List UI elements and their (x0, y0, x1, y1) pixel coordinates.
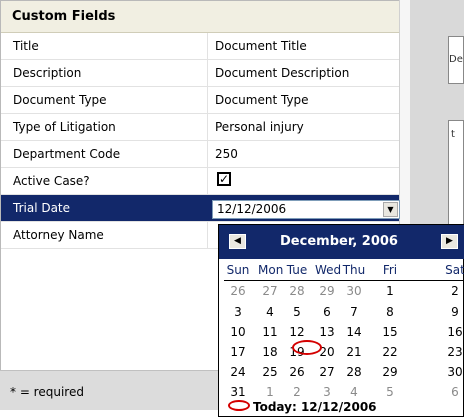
field-row-description[interactable]: Description Document Description (1, 60, 399, 87)
field-row-department-code[interactable]: Department Code 250 (1, 141, 399, 168)
calendar-day[interactable]: 6 (315, 305, 339, 319)
calendar-day[interactable]: 10 (226, 325, 250, 339)
calendar-day[interactable]: 4 (342, 385, 366, 399)
field-value[interactable]: Document Title (215, 39, 307, 53)
calendar-day[interactable]: 11 (258, 325, 282, 339)
weekday-label: Tue (286, 263, 308, 277)
calendar-day[interactable]: 26 (226, 284, 250, 298)
chevron-down-icon[interactable]: ▼ (383, 202, 398, 217)
column-divider (207, 60, 208, 87)
trial-date-input[interactable]: 12/12/2006 ▼ (212, 200, 400, 219)
calendar-day[interactable]: 28 (285, 284, 309, 298)
required-note: * = required (10, 385, 84, 399)
calendar-day[interactable]: 2 (443, 284, 464, 298)
field-value[interactable]: Document Description (215, 66, 349, 80)
field-label: Type of Litigation (13, 120, 116, 134)
calendar-day[interactable]: 15 (378, 325, 402, 339)
field-value[interactable]: 250 (215, 147, 238, 161)
calendar-day[interactable]: 1 (258, 385, 282, 399)
field-value[interactable]: Personal injury (215, 120, 304, 134)
calendar-day[interactable]: 26 (285, 365, 309, 379)
calendar-day[interactable]: 24 (226, 365, 250, 379)
field-label: Document Type (13, 93, 107, 107)
weekday-label: Sat (445, 263, 464, 277)
calendar-day[interactable]: 21 (342, 345, 366, 359)
trial-date-value[interactable]: 12/12/2006 (217, 202, 286, 216)
today-circle-icon (228, 400, 250, 411)
field-label: Description (13, 66, 82, 80)
field-row-title[interactable]: Title Document Title (1, 33, 399, 60)
calendar-day[interactable]: 23 (443, 345, 464, 359)
field-label: Attorney Name (13, 228, 104, 242)
calendar-day[interactable]: 8 (378, 305, 402, 319)
field-value[interactable]: Document Type (215, 93, 309, 107)
calendar-divider (224, 280, 464, 281)
calendar-day[interactable]: 3 (226, 305, 250, 319)
calendar-day[interactable]: 14 (342, 325, 366, 339)
field-row-type-of-litigation[interactable]: Type of Litigation Personal injury (1, 114, 399, 141)
weekday-label: Thu (342, 263, 366, 277)
calendar-day[interactable]: 9 (443, 305, 464, 319)
today-link[interactable]: Today: 12/12/2006 (253, 400, 377, 414)
background-text: De (449, 54, 463, 65)
calendar-day[interactable]: 1 (378, 284, 402, 298)
calendar-day[interactable]: 25 (258, 365, 282, 379)
calendar-month-title: December, 2006 (280, 234, 398, 249)
calendar-day[interactable]: 7 (342, 305, 366, 319)
calendar-day[interactable]: 5 (378, 385, 402, 399)
calendar-day[interactable]: 18 (258, 345, 282, 359)
calendar-day[interactable]: 31 (226, 385, 250, 399)
calendar-day[interactable]: 12 (285, 325, 309, 339)
column-divider (207, 168, 208, 195)
column-divider (207, 33, 208, 60)
calendar-day[interactable]: 6 (443, 385, 464, 399)
background-text: t (451, 129, 455, 140)
calendar-day[interactable]: 27 (315, 365, 339, 379)
field-label: Department Code (13, 147, 121, 161)
selected-date-circle (292, 340, 322, 355)
calendar-day[interactable]: 30 (443, 365, 464, 379)
column-divider (207, 222, 208, 249)
calendar-day[interactable]: 13 (315, 325, 339, 339)
active-case-checkbox[interactable]: ✓ (217, 172, 231, 186)
field-row-active-case[interactable]: Active Case? ✓ (1, 168, 399, 195)
weekday-label: Mon (258, 263, 284, 277)
field-label: Title (13, 39, 39, 53)
field-row-document-type[interactable]: Document Type Document Type (1, 87, 399, 114)
calendar-day[interactable]: 4 (258, 305, 282, 319)
weekday-label: Wed (315, 263, 342, 277)
calendar-day[interactable]: 29 (378, 365, 402, 379)
calendar-day[interactable]: 29 (315, 284, 339, 298)
prev-month-icon[interactable]: ◀ (229, 234, 246, 249)
calendar-day[interactable]: 16 (443, 325, 464, 339)
calendar-day[interactable]: 3 (315, 385, 339, 399)
column-divider (207, 141, 208, 168)
field-label: Trial Date (13, 201, 71, 215)
calendar-day[interactable]: 2 (285, 385, 309, 399)
calendar-day[interactable]: 30 (342, 284, 366, 298)
calendar-day[interactable]: 27 (258, 284, 282, 298)
column-divider (207, 114, 208, 141)
field-label: Active Case? (13, 174, 90, 188)
weekday-label: Sun (226, 263, 250, 277)
background-field: De (448, 36, 464, 84)
calendar-day[interactable]: 5 (285, 305, 309, 319)
column-divider (207, 87, 208, 114)
weekday-label: Fri (382, 263, 398, 277)
calendar-day[interactable]: 28 (342, 365, 366, 379)
calendar-day[interactable]: 22 (378, 345, 402, 359)
next-month-icon[interactable]: ▶ (441, 234, 458, 249)
calendar-day[interactable]: 17 (226, 345, 250, 359)
calendar-header: ◀ December, 2006 ▶ (219, 225, 464, 259)
panel-title: Custom Fields (12, 9, 116, 24)
